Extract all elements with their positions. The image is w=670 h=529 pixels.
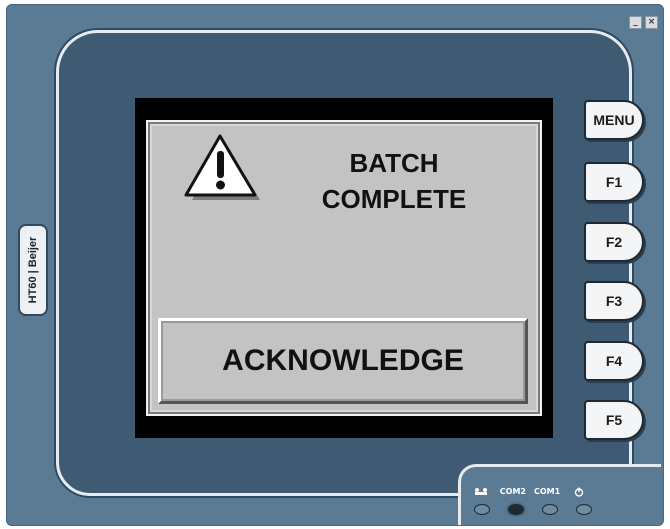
f2-key[interactable]: F2 [584, 222, 644, 262]
f5-key[interactable]: F5 [584, 400, 644, 440]
f1-key[interactable]: F1 [584, 162, 644, 202]
run-icon [470, 487, 492, 499]
run-led [474, 504, 490, 515]
message-title-line-1: BATCH [349, 148, 439, 178]
power-led [576, 504, 592, 515]
f4-key[interactable]: F4 [584, 341, 644, 381]
warning-triangle-icon [184, 134, 260, 200]
brand-label: HT60 | Beijer [18, 224, 48, 316]
minimize-button[interactable]: _ [629, 16, 642, 29]
window-controls: _ × [629, 16, 658, 29]
f3-key[interactable]: F3 [584, 281, 644, 321]
close-button[interactable]: × [645, 16, 658, 29]
menu-key[interactable]: MENU [584, 100, 644, 140]
com1-led [542, 504, 558, 515]
status-leds [474, 504, 592, 515]
status-led-labels: COM2 COM1 [470, 487, 590, 499]
led-label-com2: COM2 [499, 487, 526, 496]
power-icon [568, 487, 590, 499]
led-label-com1: COM1 [534, 487, 561, 496]
com2-led [508, 504, 524, 515]
hmi-screen: BATCH COMPLETE ACKNOWLEDGE [146, 120, 542, 416]
message-title-line-2: COMPLETE [321, 184, 467, 214]
acknowledge-button[interactable]: ACKNOWLEDGE [158, 318, 528, 404]
brand-text: HT60 | Beijer [27, 236, 39, 304]
